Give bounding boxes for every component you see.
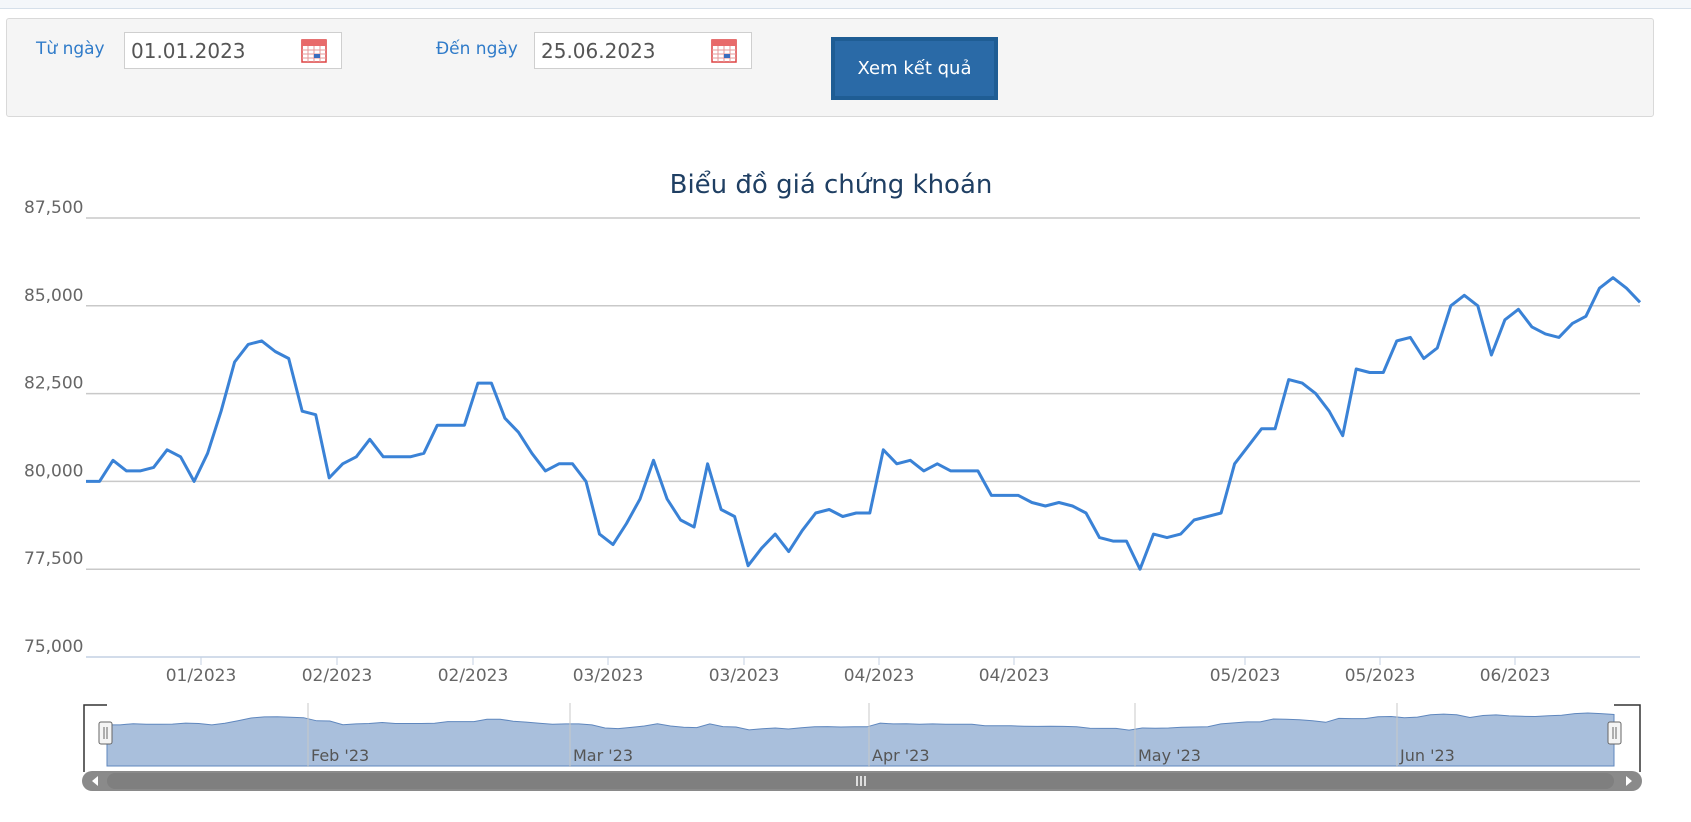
- x-tick-label: 03/2023: [709, 666, 780, 686]
- x-tick-label: 02/2023: [438, 666, 509, 686]
- x-tick-label: 02/2023: [302, 666, 373, 686]
- navigator-label: Apr '23: [872, 746, 930, 765]
- x-tick-label: 04/2023: [844, 666, 915, 686]
- x-tick-label: 03/2023: [573, 666, 644, 686]
- y-tick-label: 80,000: [24, 461, 83, 481]
- x-axis: 01/2023 02/2023 02/2023 03/2023 03/2023 04/20…: [166, 657, 1551, 686]
- calendar-icon[interactable]: [711, 38, 737, 63]
- navigator-label: Jun '23: [1399, 746, 1455, 765]
- price-chart: Biểu đồ giá chứng khoán 75,000 77,500 80,0…: [24, 169, 1642, 791]
- to-date-label: Đến ngày: [436, 39, 518, 59]
- from-date-value: 01.01.2023: [131, 39, 246, 63]
- x-tick-label: 01/2023: [166, 666, 237, 686]
- from-date-field[interactable]: 01.01.2023: [124, 32, 342, 69]
- chart-title: Biểu đồ giá chứng khoán: [670, 169, 993, 200]
- x-tick-label: 05/2023: [1345, 666, 1416, 686]
- view-results-label: Xem kết quả: [835, 41, 994, 96]
- to-date-value: 25.06.2023: [541, 39, 656, 63]
- navigator-left-handle[interactable]: [98, 721, 113, 745]
- y-tick-label: 87,500: [24, 198, 83, 218]
- navigator[interactable]: Feb '23 Mar '23 Apr '23 May '23 Jun '23: [83, 703, 1641, 773]
- price-series-line: [86, 276, 1642, 571]
- x-tick-label: 06/2023: [1480, 666, 1551, 686]
- x-tick-label: 05/2023: [1210, 666, 1281, 686]
- navigator-label: Mar '23: [573, 746, 633, 765]
- y-tick-label: 75,000: [24, 637, 83, 657]
- to-date-field[interactable]: 25.06.2023: [534, 32, 752, 69]
- calendar-icon[interactable]: [301, 38, 327, 63]
- from-date-label: Từ ngày: [36, 39, 105, 59]
- y-tick-label: 82,500: [24, 374, 83, 394]
- y-tick-label: 85,000: [24, 286, 83, 306]
- navigator-label: Feb '23: [311, 746, 369, 765]
- y-axis: 75,000 77,500 80,000 82,500 85,000 87,500: [24, 198, 83, 657]
- view-results-button[interactable]: Xem kết quả: [831, 37, 998, 100]
- y-tick-label: 77,500: [24, 549, 83, 569]
- x-tick-label: 04/2023: [979, 666, 1050, 686]
- top-divider: [0, 0, 1691, 9]
- navigator-label: May '23: [1138, 746, 1201, 765]
- navigator-right-handle[interactable]: [1607, 721, 1622, 745]
- scrollbar[interactable]: [82, 771, 1642, 791]
